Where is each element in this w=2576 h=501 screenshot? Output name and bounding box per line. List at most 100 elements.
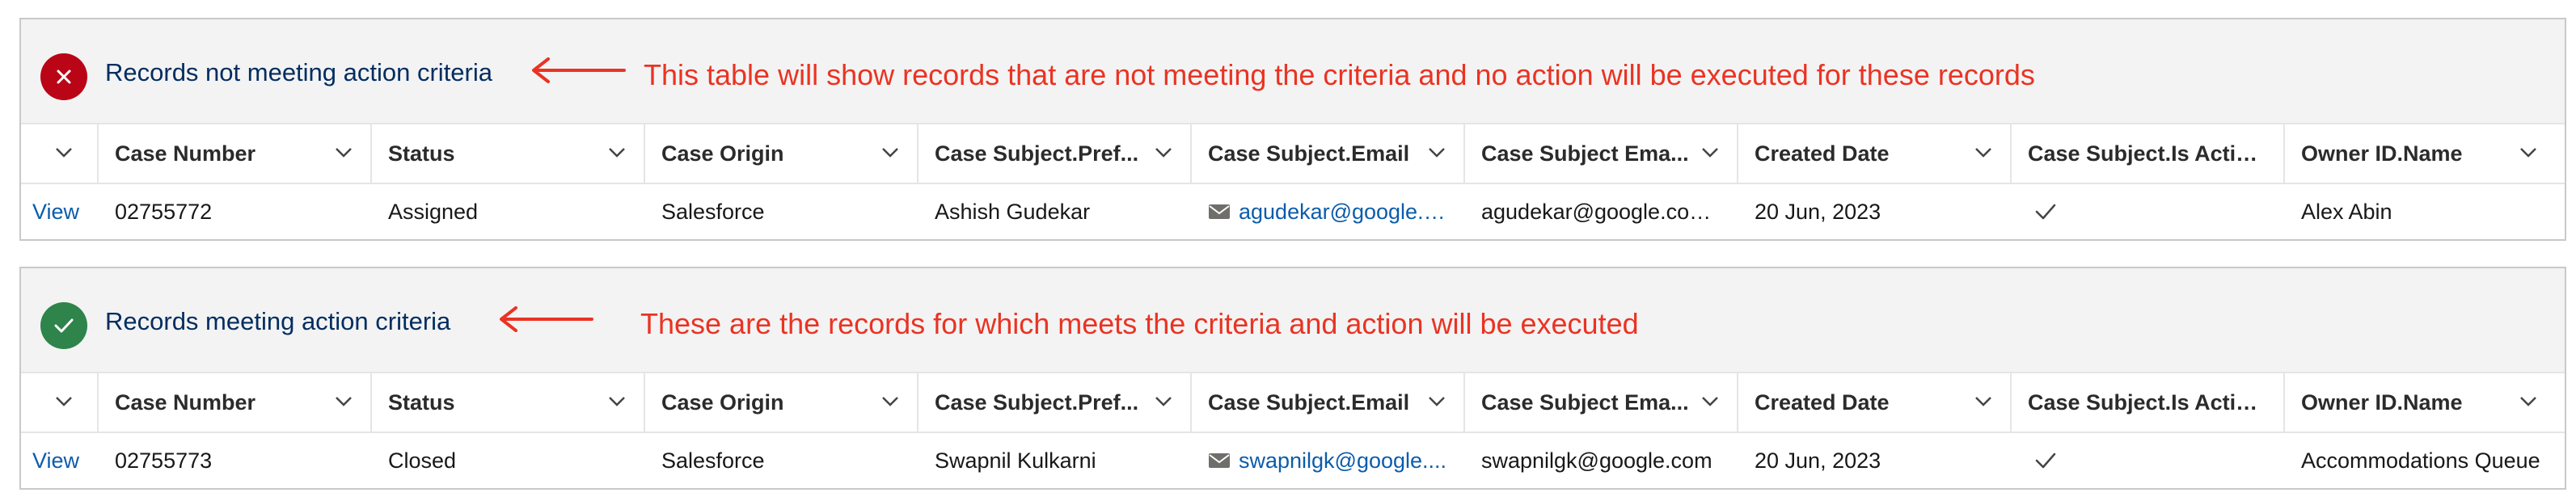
column-label: Status: [388, 389, 455, 415]
table-row: View 02755772 Assigned Salesforce Ashish…: [21, 184, 2565, 239]
column-header-owner-name[interactable]: Owner ID.Name: [2283, 373, 2555, 432]
column-header-status[interactable]: Status: [370, 373, 644, 432]
column-header-row: Case Number Status Case Origin Case Subj…: [21, 124, 2565, 184]
column-header-status[interactable]: Status: [370, 124, 644, 183]
check-icon: [54, 318, 74, 333]
annotation-text: These are the records for which meets th…: [640, 307, 1639, 340]
view-link[interactable]: View: [32, 448, 79, 474]
column-header-is-active[interactable]: Case Subject.Is Active?: [2010, 124, 2283, 183]
chevron-down-icon[interactable]: [1428, 147, 1446, 158]
column-label: Created Date: [1755, 389, 1890, 415]
chevron-down-icon[interactable]: [55, 396, 73, 407]
chevron-down-icon[interactable]: [1155, 147, 1172, 158]
column-header-case-origin[interactable]: Case Origin: [644, 373, 917, 432]
cell-created-date: 20 Jun, 2023: [1755, 448, 1881, 473]
cell-case-number: 02755772: [115, 199, 213, 224]
panel-header: Records meeting action criteria These ar…: [21, 268, 2565, 373]
mail-icon: [1209, 453, 1230, 468]
column-header-case-subject-email[interactable]: Case Subject.Email: [1190, 373, 1463, 432]
cell-created-date: 20 Jun, 2023: [1755, 199, 1881, 224]
chevron-down-icon[interactable]: [881, 396, 899, 407]
column-header-row: Case Number Status Case Origin Case Subj…: [21, 373, 2565, 433]
cell-case-origin: Salesforce: [661, 199, 765, 224]
success-status-icon: [40, 302, 87, 349]
chevron-down-icon[interactable]: [55, 147, 73, 158]
table-row: View 02755773 Closed Salesforce Swapnil …: [21, 433, 2565, 488]
column-label: Owner ID.Name: [2301, 389, 2463, 415]
cell-text: agudekar@google.com...: [1481, 199, 1724, 224]
column-label: Created Date: [1755, 141, 1890, 166]
chevron-down-icon[interactable]: [608, 147, 626, 158]
check-icon: [2035, 453, 2056, 469]
cell-action: View: [21, 433, 97, 488]
chevron-down-icon[interactable]: [1701, 396, 1719, 407]
chevron-down-icon[interactable]: [1428, 396, 1446, 407]
chevron-down-icon[interactable]: [1701, 147, 1719, 158]
panel-title: Records not meeting action criteria: [105, 58, 493, 86]
records-meeting-criteria-panel: Records meeting action criteria These ar…: [19, 267, 2566, 490]
column-header-case-number[interactable]: Case Number: [97, 124, 370, 183]
chevron-down-icon[interactable]: [1155, 396, 1172, 407]
cell-text: swapnilgk@google.com: [1481, 448, 1712, 473]
column-label: Case Origin: [661, 389, 784, 415]
chevron-down-icon[interactable]: [1974, 396, 1992, 407]
arrow-left-icon: [532, 57, 626, 83]
cell-subject-email-alt: agudekar@google.com...: [1463, 184, 1737, 239]
chevron-down-icon[interactable]: [335, 147, 353, 158]
chevron-down-icon[interactable]: [2519, 396, 2537, 407]
cell-subject-email: agudekar@google.c...: [1190, 184, 1463, 239]
annotation-text: This table will show records that are no…: [644, 58, 2035, 91]
column-label: Case Subject.Is Active?: [2028, 141, 2269, 166]
column-label: Case Origin: [661, 141, 784, 166]
chevron-down-icon[interactable]: [881, 147, 899, 158]
chevron-down-icon[interactable]: [608, 396, 626, 407]
column-label: Case Number: [115, 141, 256, 166]
check-icon: [2035, 204, 2056, 220]
column-header-is-active[interactable]: Case Subject.Is Active?: [2010, 373, 2283, 432]
column-label: Case Subject.Email: [1208, 141, 1410, 166]
email-link[interactable]: swapnilgk@google....: [1239, 448, 1446, 474]
cell-subject-pref: Swapnil Kulkarni: [935, 448, 1096, 473]
column-header-case-number[interactable]: Case Number: [97, 373, 370, 432]
column-header-created-date[interactable]: Created Date: [1737, 373, 2010, 432]
column-label: Case Number: [115, 389, 256, 415]
column-header-case-origin[interactable]: Case Origin: [644, 124, 917, 183]
chevron-down-icon[interactable]: [2519, 147, 2537, 158]
panel-header: Records not meeting action criteria This…: [21, 19, 2565, 124]
cell-is-active: [2010, 184, 2283, 239]
chevron-down-icon[interactable]: [1974, 147, 1992, 158]
email-link[interactable]: agudekar@google.c...: [1239, 200, 1451, 225]
row-actions-column-header[interactable]: [21, 124, 97, 183]
panel-title: Records meeting action criteria: [105, 307, 451, 335]
column-label: Case Subject.Pref...: [935, 389, 1139, 415]
cell-subject-pref: Ashish Gudekar: [935, 199, 1091, 224]
error-status-icon: [40, 53, 87, 100]
close-icon: [57, 69, 71, 84]
column-header-case-subject-email-alt[interactable]: Case Subject Ema...: [1463, 124, 1737, 183]
column-header-created-date[interactable]: Created Date: [1737, 124, 2010, 183]
column-header-case-subject-email-alt[interactable]: Case Subject Ema...: [1463, 373, 1737, 432]
records-not-meeting-criteria-panel: Records not meeting action criteria This…: [19, 18, 2566, 241]
row-actions-column-header[interactable]: [21, 373, 97, 432]
cell-status: Closed: [388, 448, 457, 473]
cell-status: Assigned: [388, 199, 479, 224]
cell-action: View: [21, 184, 97, 239]
column-header-case-subject-pref[interactable]: Case Subject.Pref...: [917, 124, 1190, 183]
chevron-down-icon[interactable]: [335, 396, 353, 407]
cell-subject-email-alt: swapnilgk@google.com: [1463, 433, 1737, 488]
cell-is-active: [2010, 433, 2283, 488]
view-link[interactable]: View: [32, 200, 79, 225]
column-label: Owner ID.Name: [2301, 141, 2463, 166]
mail-icon: [1209, 204, 1230, 219]
column-label: Case Subject.Email: [1208, 389, 1410, 415]
cell-subject-email: swapnilgk@google....: [1190, 433, 1463, 488]
column-header-case-subject-email[interactable]: Case Subject.Email: [1190, 124, 1463, 183]
column-label: Status: [388, 141, 455, 166]
column-label: Case Subject.Is Active?: [2028, 389, 2269, 415]
column-label: Case Subject.Pref...: [935, 141, 1139, 166]
column-header-case-subject-pref[interactable]: Case Subject.Pref...: [917, 373, 1190, 432]
cell-owner: Alex Abin: [2301, 199, 2392, 224]
cell-case-origin: Salesforce: [661, 448, 765, 473]
column-label: Case Subject Ema...: [1481, 389, 1689, 415]
column-header-owner-name[interactable]: Owner ID.Name: [2283, 124, 2555, 183]
